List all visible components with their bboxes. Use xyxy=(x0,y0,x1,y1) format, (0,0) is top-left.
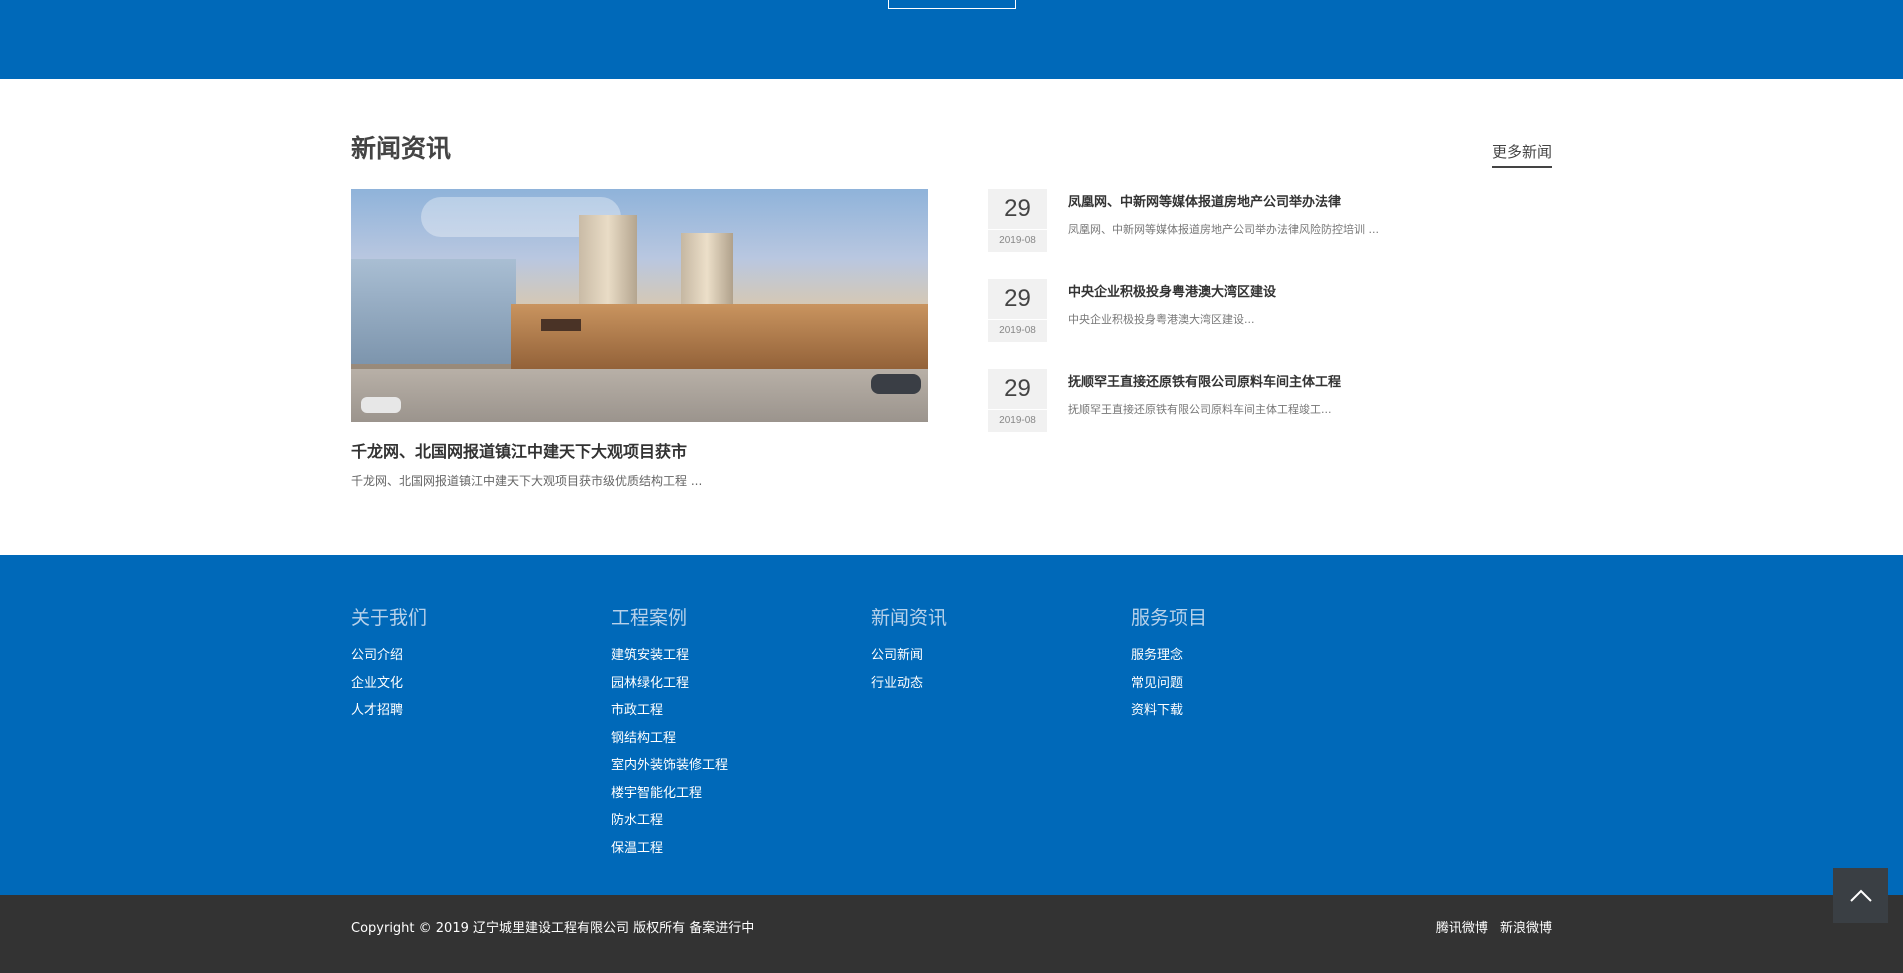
footer-column-title[interactable]: 服务项目 xyxy=(1131,603,1351,630)
news-item-summary: 凤凰网、中新网等媒体报道房地产公司举办法律风险防控培训 ... xyxy=(1068,223,1379,236)
footer-link[interactable]: 保温工程 xyxy=(611,835,831,863)
bottom-bar: Copyright © 2019 辽宁城里建设工程有限公司 版权所有 备案进行中… xyxy=(0,895,1903,973)
footer-column-cases: 工程案例 建筑安装工程 园林绿化工程 市政工程 钢结构工程 室内外装饰装修工程 … xyxy=(611,603,831,862)
image-street xyxy=(351,369,928,422)
news-item-summary: 中央企业积极投身粤港澳大湾区建设... xyxy=(1068,313,1255,326)
footer-link[interactable]: 企业文化 xyxy=(351,670,571,698)
news-container: 新闻资讯 更多新闻 千龙网、北国网报道镇江中建天下大观项目获市 千龙网、北国网报… xyxy=(351,79,1552,555)
news-list-item[interactable]: 29 2019-08 凤凰网、中新网等媒体报道房地产公司举办法律 凤凰网、中新网… xyxy=(988,189,1552,279)
news-date-box: 29 2019-08 xyxy=(988,369,1047,432)
featured-news-headline[interactable]: 千龙网、北国网报道镇江中建天下大观项目获市 xyxy=(351,438,928,462)
footer-link[interactable]: 行业动态 xyxy=(871,670,1091,698)
footer-link[interactable]: 室内外装饰装修工程 xyxy=(611,752,831,780)
image-shop-sign xyxy=(541,319,581,331)
news-item-summary: 抚顺罕王直接还原铁有限公司原料车间主体工程竣工... xyxy=(1068,403,1332,416)
news-list: 29 2019-08 凤凰网、中新网等媒体报道房地产公司举办法律 凤凰网、中新网… xyxy=(988,189,1552,459)
tencent-weibo-link[interactable]: 腾讯微博 xyxy=(1436,921,1488,936)
footer-link[interactable]: 常见问题 xyxy=(1131,670,1351,698)
footer-link[interactable]: 建筑安装工程 xyxy=(611,642,831,670)
sina-weibo-link[interactable]: 新浪微博 xyxy=(1500,921,1552,936)
news-item-title[interactable]: 中央企业积极投身粤港澳大湾区建设 xyxy=(1068,281,1276,300)
footer-link[interactable]: 钢结构工程 xyxy=(611,725,831,753)
news-date-box: 29 2019-08 xyxy=(988,189,1047,252)
footer-column-title[interactable]: 新闻资讯 xyxy=(871,603,1091,630)
news-list-item[interactable]: 29 2019-08 中央企业积极投身粤港澳大湾区建设 中央企业积极投身粤港澳大… xyxy=(988,279,1552,369)
news-date-day: 29 xyxy=(1004,195,1031,222)
news-section-title: 新闻资讯 xyxy=(351,134,452,163)
footer-link[interactable]: 人才招聘 xyxy=(351,697,571,725)
site-footer: 关于我们 公司介绍 企业文化 人才招聘 工程案例 建筑安装工程 园林绿化工程 市… xyxy=(0,555,1903,895)
news-date-box: 29 2019-08 xyxy=(988,279,1047,342)
footer-column-title[interactable]: 工程案例 xyxy=(611,603,831,630)
news-date-year-month: 2019-08 xyxy=(988,229,1047,246)
back-to-top-button[interactable] xyxy=(1833,868,1888,923)
news-date-day: 29 xyxy=(1004,375,1031,402)
footer-column-news: 新闻资讯 公司新闻 行业动态 xyxy=(871,603,1091,697)
news-item-title[interactable]: 凤凰网、中新网等媒体报道房地产公司举办法律 xyxy=(1068,191,1341,210)
footer-link[interactable]: 公司新闻 xyxy=(871,642,1091,670)
featured-news-summary: 千龙网、北国网报道镇江中建天下大观项目获市级优质结构工程 ... xyxy=(351,474,703,488)
news-date-year-month: 2019-08 xyxy=(988,409,1047,426)
footer-link[interactable]: 服务理念 xyxy=(1131,642,1351,670)
news-item-title[interactable]: 抚顺罕王直接还原铁有限公司原料车间主体工程 xyxy=(1068,371,1341,390)
footer-column-about: 关于我们 公司介绍 企业文化 人才招聘 xyxy=(351,603,571,725)
featured-news-image[interactable] xyxy=(351,189,928,422)
footer-column-title[interactable]: 关于我们 xyxy=(351,603,571,630)
footer-link[interactable]: 资料下载 xyxy=(1131,697,1351,725)
social-links: 腾讯微博 新浪微博 xyxy=(1428,917,1552,936)
image-car xyxy=(361,397,401,413)
copyright-text: Copyright © 2019 辽宁城里建设工程有限公司 版权所有 备案进行中 xyxy=(351,921,755,936)
footer-link[interactable]: 公司介绍 xyxy=(351,642,571,670)
banner-outline-button[interactable] xyxy=(888,0,1016,9)
image-glass-building xyxy=(351,259,516,364)
footer-link[interactable]: 楼宇智能化工程 xyxy=(611,780,831,808)
image-mall-building xyxy=(511,304,928,374)
news-list-item[interactable]: 29 2019-08 抚顺罕王直接还原铁有限公司原料车间主体工程 抚顺罕王直接还… xyxy=(988,369,1552,459)
news-date-day: 29 xyxy=(1004,285,1031,312)
news-date-year-month: 2019-08 xyxy=(988,319,1047,336)
footer-link[interactable]: 防水工程 xyxy=(611,807,831,835)
more-news-link[interactable]: 更多新闻 xyxy=(1491,141,1552,168)
top-banner-band xyxy=(0,0,1903,79)
footer-column-services: 服务项目 服务理念 常见问题 资料下载 xyxy=(1131,603,1351,725)
news-section: 新闻资讯 更多新闻 千龙网、北国网报道镇江中建天下大观项目获市 千龙网、北国网报… xyxy=(0,79,1903,555)
chevron-up-icon xyxy=(1849,889,1872,902)
featured-news[interactable]: 千龙网、北国网报道镇江中建天下大观项目获市 千龙网、北国网报道镇江中建天下大观项… xyxy=(351,189,928,489)
footer-link[interactable]: 市政工程 xyxy=(611,697,831,725)
image-car xyxy=(871,374,921,394)
footer-link[interactable]: 园林绿化工程 xyxy=(611,670,831,698)
